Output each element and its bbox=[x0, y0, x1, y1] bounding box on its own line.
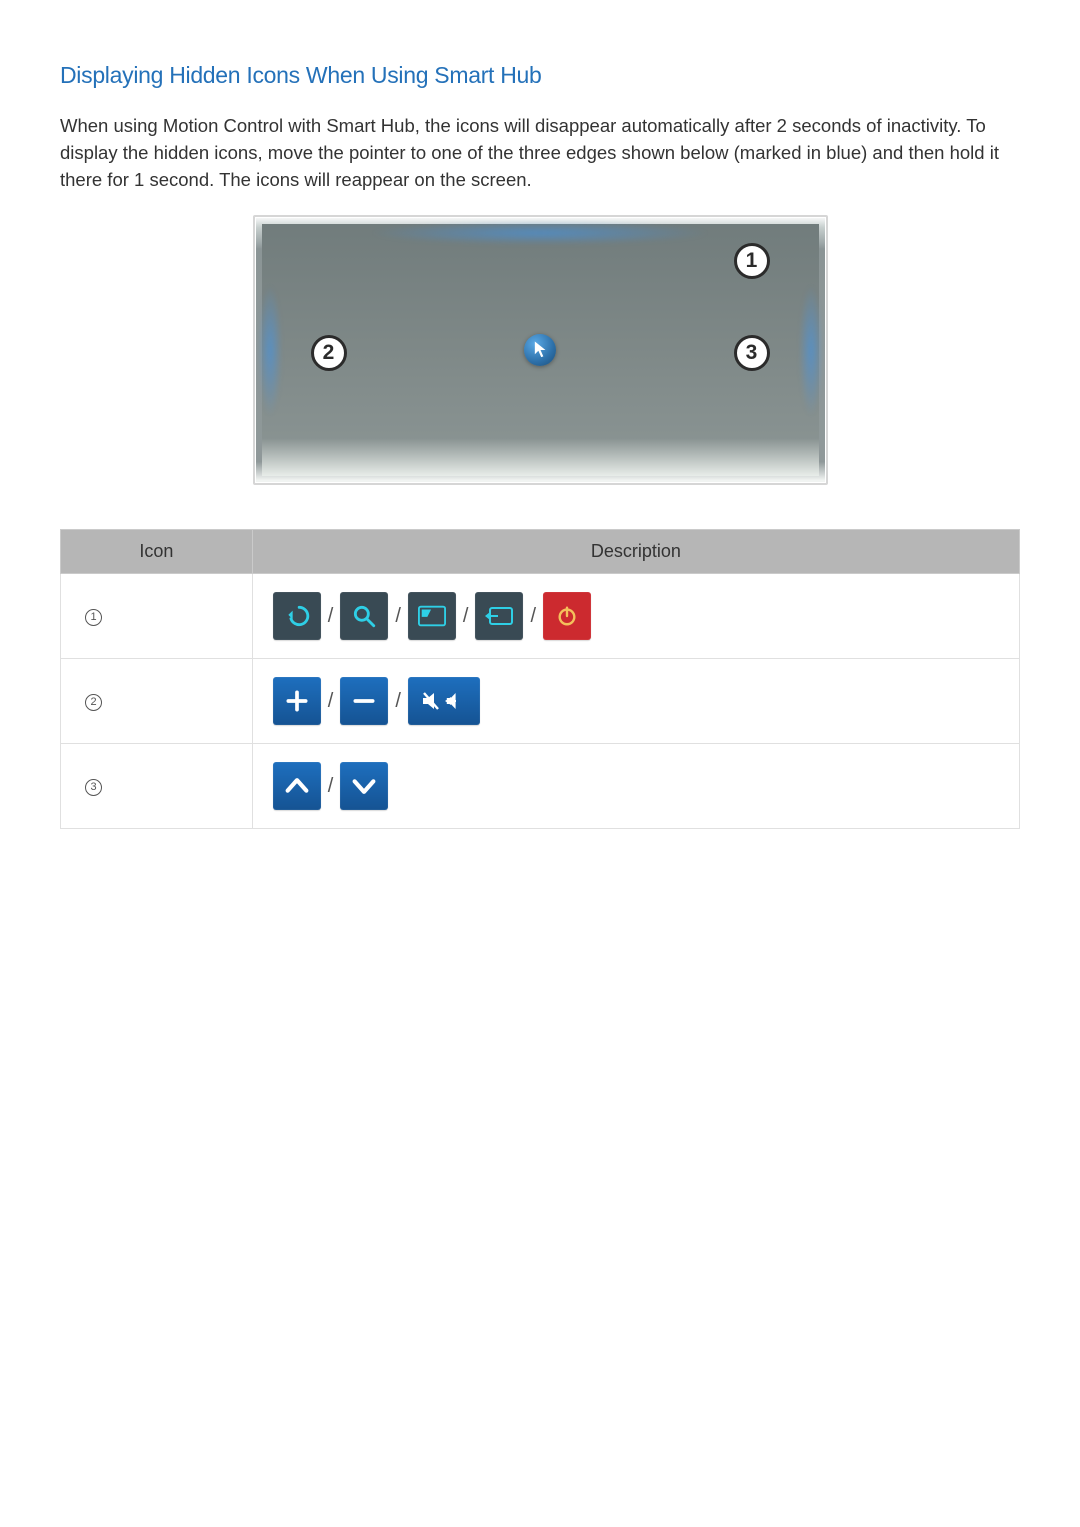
header-description: Description bbox=[252, 530, 1019, 574]
section-title: Displaying Hidden Icons When Using Smart… bbox=[60, 62, 1020, 89]
source-icon bbox=[475, 592, 523, 640]
icon-description-table: Icon Description 1 / / / / bbox=[60, 529, 1020, 829]
motion-pointer-icon bbox=[524, 334, 556, 366]
power-icon bbox=[543, 592, 591, 640]
mute-speaker-icon bbox=[408, 677, 480, 725]
search-icon bbox=[340, 592, 388, 640]
row-number: 2 bbox=[85, 694, 102, 711]
callout-2: 2 bbox=[311, 335, 347, 371]
separator: / bbox=[394, 605, 402, 628]
volume-down-icon bbox=[340, 677, 388, 725]
table-row: 1 / / / / bbox=[61, 574, 1020, 659]
callout-3: 3 bbox=[734, 335, 770, 371]
channel-down-icon bbox=[340, 762, 388, 810]
separator: / bbox=[462, 605, 470, 628]
top-edge-zone bbox=[369, 221, 712, 245]
smart-hub-icon bbox=[408, 592, 456, 640]
table-row: 2 / / bbox=[61, 659, 1020, 744]
screen-diagram: 1 2 3 bbox=[60, 215, 1020, 485]
separator: / bbox=[327, 775, 335, 798]
volume-up-icon bbox=[273, 677, 321, 725]
separator: / bbox=[394, 690, 402, 713]
row-number: 3 bbox=[85, 779, 102, 796]
callout-1: 1 bbox=[734, 243, 770, 279]
header-icon: Icon bbox=[61, 530, 253, 574]
return-icon bbox=[273, 592, 321, 640]
table-row: 3 / bbox=[61, 744, 1020, 829]
separator: / bbox=[327, 690, 335, 713]
separator: / bbox=[529, 605, 537, 628]
left-edge-zone bbox=[258, 284, 282, 417]
separator: / bbox=[327, 605, 335, 628]
channel-up-icon bbox=[273, 762, 321, 810]
right-edge-zone bbox=[799, 284, 823, 417]
row-number: 1 bbox=[85, 609, 102, 626]
body-paragraph: When using Motion Control with Smart Hub… bbox=[60, 113, 1020, 193]
